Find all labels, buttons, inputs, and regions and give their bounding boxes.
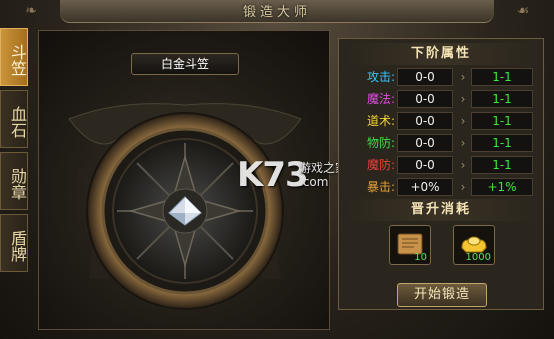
attr-current-value: 0-0 [397,112,453,130]
attr-current-value: 0-0 [397,134,453,152]
tab-shield[interactable]: 盾牌 [0,214,28,272]
attr-row: 魔法: 0-0 › 1-1 [343,89,539,109]
tab-medal[interactable]: 勋章 [0,152,28,210]
arrow-right-icon: › [460,114,466,128]
tab-bloodstone[interactable]: 血石 [0,90,28,148]
gold-slot[interactable]: 1000 [453,225,495,265]
title-banner: 锻造大师 [60,0,494,23]
item-name-plate: 白金斗笠 [131,53,239,75]
attr-label: 魔防: [366,158,395,172]
forge-window: 锻造大师 ❧ ☙ 斗笠 血石 勋章 盾牌 白金斗笠 K73 游戏之家 .com … [0,0,554,339]
arrow-right-icon: › [460,92,466,106]
gold-count: 1000 [465,252,491,263]
upgrade-cost-header: 晋升消耗 [343,199,539,221]
dragon-ornament-icon: ☙ [516,3,530,19]
tab-helmet[interactable]: 斗笠 [0,28,28,86]
forge-ring-icon [68,103,302,310]
watermark-logo: K73 [237,155,309,195]
material-count: 10 [414,252,427,263]
attr-next-value: 1-1 [471,112,533,130]
dragon-ornament-icon: ❧ [25,3,37,19]
attr-current-value: +0% [397,178,453,196]
attr-current-value: 0-0 [397,156,453,174]
attr-row: 物防: 0-0 › 1-1 [343,133,539,153]
attr-next-value: 1-1 [471,90,533,108]
attr-row: 魔防: 0-0 › 1-1 [343,155,539,175]
window-title: 锻造大师 [242,5,311,20]
material-slot[interactable]: 10 [389,225,431,265]
attr-next-value: 1-1 [471,156,533,174]
attr-label: 暴击: [366,180,395,194]
arrow-right-icon: › [460,158,466,172]
attr-row: 道术: 0-0 › 1-1 [343,111,539,131]
attr-label: 攻击: [366,70,395,84]
start-forge-button[interactable]: 开始锻造 [397,283,487,307]
next-tier-header: 下阶属性 [343,43,539,65]
watermark-domain: .com [299,175,329,189]
attr-next-value: 1-1 [471,134,533,152]
attr-label: 魔法: [366,92,395,106]
attr-current-value: 0-0 [397,68,453,86]
attr-row: 攻击: 0-0 › 1-1 [343,67,539,87]
arrow-right-icon: › [460,70,466,84]
attr-label: 道术: [366,114,395,128]
attr-next-value: 1-1 [471,68,533,86]
attr-current-value: 0-0 [397,90,453,108]
attr-label: 物防: [366,136,395,150]
item-display-panel: 白金斗笠 K73 游戏之家 .com [38,30,347,330]
attribute-panel: 下阶属性 攻击: 0-0 › 1-1 魔法: 0-0 › 1-1 道术: 0-0… [338,38,544,310]
attr-row: 暴击: +0% › +1% [343,177,539,197]
arrow-right-icon: › [460,180,466,194]
attr-next-value: +1% [471,178,533,196]
arrow-right-icon: › [460,136,466,150]
